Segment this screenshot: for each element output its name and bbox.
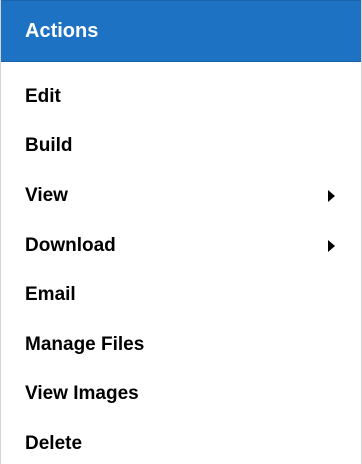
menu-item-view-images[interactable]: View Images [1, 370, 361, 420]
menu-item-label: Manage Files [25, 333, 145, 355]
menu-item-build[interactable]: Build [1, 122, 361, 172]
menu-item-view[interactable]: View [1, 171, 361, 221]
menu-item-label: Build [25, 135, 73, 157]
menu-item-edit[interactable]: Edit [1, 72, 361, 122]
menu-item-label: Edit [25, 85, 61, 107]
triangle-right-icon [328, 189, 335, 202]
menu-item-label: Email [25, 284, 76, 306]
menu-item-label: Download [25, 234, 116, 256]
triangle-right-icon [328, 239, 335, 252]
menu-item-label: View Images [25, 383, 139, 405]
actions-menu: Actions Edit Build View Download Email M… [0, 0, 362, 464]
menu-title: Actions [25, 19, 99, 42]
menu-items: Edit Build View Download Email Manage Fi… [1, 72, 361, 464]
menu-item-download[interactable]: Download [1, 221, 361, 271]
menu-item-label: View [25, 184, 68, 206]
menu-item-email[interactable]: Email [1, 270, 361, 320]
menu-header: Actions [1, 0, 361, 62]
menu-item-label: Delete [25, 432, 83, 454]
menu-item-manage-files[interactable]: Manage Files [1, 320, 361, 370]
menu-item-delete[interactable]: Delete [1, 419, 361, 464]
